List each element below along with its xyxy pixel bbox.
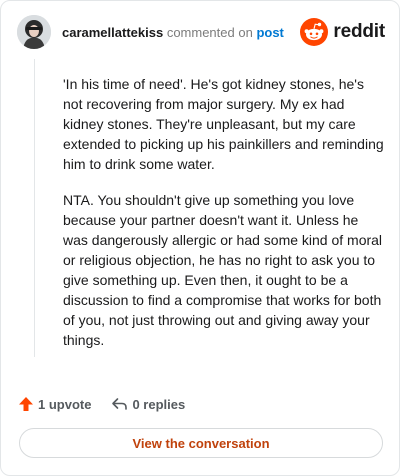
- reddit-brand[interactable]: reddit: [300, 18, 385, 46]
- comment-card: caramellattekiss commented on post reddi…: [0, 0, 400, 476]
- upvote-button[interactable]: 1 upvote: [18, 396, 91, 412]
- upvote-count: 1 upvote: [38, 396, 92, 412]
- reddit-logo-icon: [300, 18, 329, 46]
- thread-line: [34, 59, 35, 357]
- reddit-wordmark: reddit: [333, 21, 385, 42]
- comment-paragraph: NTA. You shouldn't give up something you…: [63, 192, 383, 348]
- comment-paragraph: 'In his time of need'. He's got kidney s…: [63, 76, 384, 172]
- username-link[interactable]: caramellattekiss: [62, 25, 163, 40]
- reply-arrow-icon: [112, 398, 128, 410]
- replies-button[interactable]: 0 replies: [111, 396, 185, 412]
- replies-count: 0 replies: [132, 396, 186, 412]
- user-avatar[interactable]: [17, 15, 51, 49]
- upvote-arrow-icon: [19, 397, 33, 411]
- comment-byline: caramellattekiss commented on post: [62, 25, 284, 41]
- post-link[interactable]: post: [256, 25, 283, 40]
- comment-actions: 1 upvote 0 replies: [18, 394, 185, 414]
- avatar-image-icon: [17, 15, 51, 49]
- comment-body: 'In his time of need'. He's got kidney s…: [63, 74, 385, 350]
- comment-header: caramellattekiss commented on post reddi…: [17, 15, 385, 49]
- view-conversation-button[interactable]: View the conversation: [19, 428, 383, 458]
- action-text: commented on: [166, 25, 253, 40]
